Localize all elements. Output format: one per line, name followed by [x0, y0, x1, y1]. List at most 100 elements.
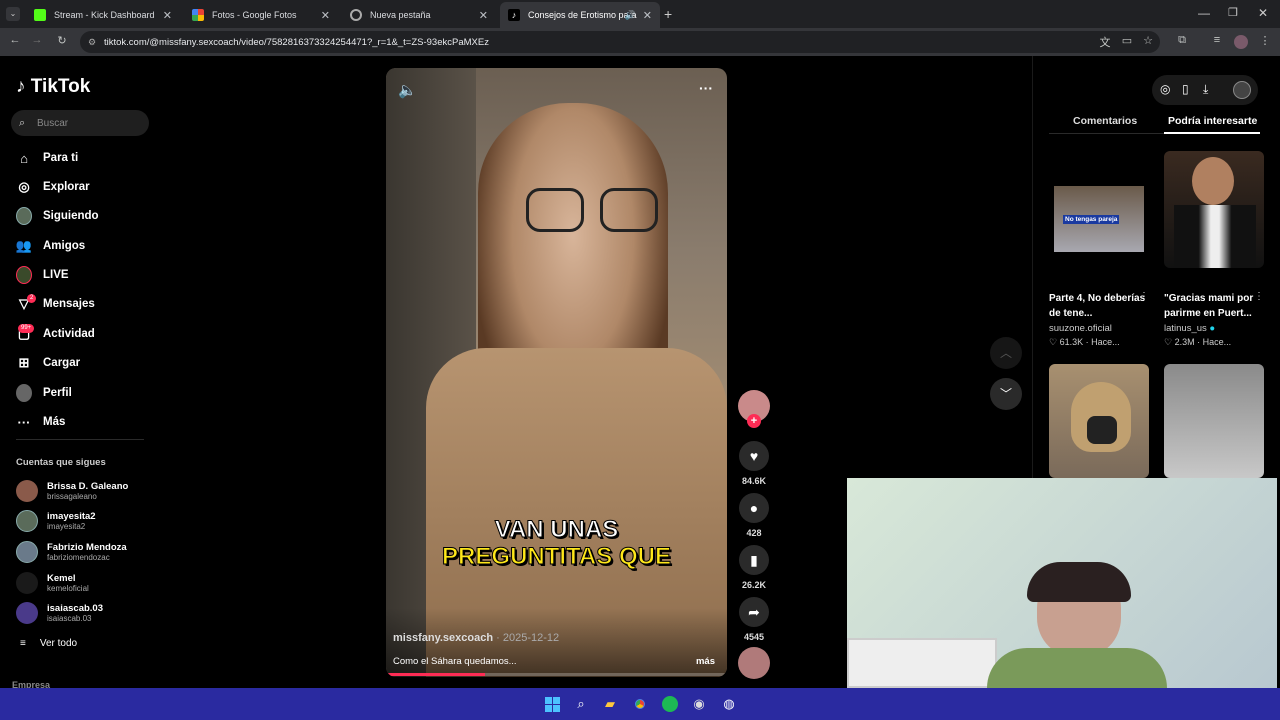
nav-item-siguiendo[interactable]: Siguiendo — [16, 206, 99, 226]
cast-icon[interactable]: ▭ — [1120, 34, 1134, 47]
translate-icon[interactable]: 文 — [1098, 34, 1112, 50]
tiktok-logo[interactable]: ♪ TikTok — [16, 76, 90, 98]
browser-tab[interactable]: Fotos - Google Fotos ✕ — [184, 2, 338, 28]
caption-line-1: VAN UNAS — [494, 516, 619, 544]
heart-outline-icon: ♡ — [1049, 337, 1060, 347]
following-account[interactable]: imayesita2 imayesita2 — [16, 510, 96, 532]
nav-label: Cargar — [43, 357, 81, 369]
download-icon[interactable]: ⤓ — [1203, 82, 1208, 97]
new-tab-button[interactable]: + — [664, 6, 672, 22]
thumb-face — [1192, 157, 1234, 205]
profile-avatar-icon — [16, 384, 32, 402]
app-icon[interactable]: ◍ — [720, 695, 738, 713]
video-player[interactable]: VAN UNAS PREGUNTITAS QUE missfany.sexcoa… — [386, 68, 727, 677]
recommended-title[interactable]: "Gracias mami por parirme en Puert... — [1164, 291, 1264, 321]
file-explorer-icon[interactable]: ▰ — [601, 695, 619, 713]
rec-more-icon[interactable]: ⋮ — [1254, 291, 1264, 302]
user-avatar[interactable] — [1233, 81, 1251, 99]
phone-icon[interactable]: ▯ — [1182, 82, 1189, 96]
more-link[interactable]: más — [696, 656, 715, 667]
site-info-icon[interactable]: ⚙ — [88, 37, 96, 48]
like-count: 84.6K — [741, 476, 767, 486]
nav-item-mas[interactable]: ··· Más — [16, 412, 66, 432]
previous-video-button[interactable]: ︿ — [990, 337, 1022, 369]
close-tab-icon[interactable]: ✕ — [163, 9, 172, 22]
browser-tab[interactable]: Nueva pestaña ✕ — [342, 2, 496, 28]
avatar — [16, 572, 38, 594]
nav-item-perfil[interactable]: Perfil — [16, 383, 72, 403]
following-account[interactable]: Brissa D. Galeano brissagaleano — [16, 480, 128, 502]
recommended-video-thumb[interactable] — [1049, 364, 1149, 478]
progress-track[interactable] — [386, 673, 727, 676]
music-disc-avatar[interactable] — [738, 647, 770, 679]
follow-plus-icon[interactable]: + — [747, 414, 761, 428]
browser-tab[interactable]: Stream - Kick Dashboard ✕ — [26, 2, 180, 28]
recommended-user[interactable]: latinus_us ● — [1164, 323, 1215, 334]
video-author[interactable]: missfany.sexcoach — [393, 632, 493, 644]
nav-label: Mensajes — [43, 298, 95, 310]
chrome-icon[interactable] — [631, 695, 649, 713]
nav-item-para-ti[interactable]: ⌂ Para ti — [16, 148, 78, 168]
streamer-hair — [1027, 562, 1131, 602]
start-icon[interactable] — [543, 695, 561, 713]
recommended-video-thumb[interactable] — [1164, 364, 1264, 478]
search-input[interactable]: ⌕ Buscar — [11, 110, 149, 136]
media-controls-icon[interactable]: ≡ — [1210, 34, 1224, 46]
like-button[interactable]: ♥ — [739, 441, 769, 471]
restore-icon[interactable]: ❐ — [1228, 6, 1238, 19]
compass-icon[interactable]: ◎ — [1160, 82, 1170, 96]
nav-item-cargar[interactable]: ⊞ Cargar — [16, 353, 81, 373]
account-name: Kemel — [47, 573, 76, 584]
search-icon[interactable]: ⌕ — [572, 695, 590, 713]
following-account[interactable]: Fabrizio Mendoza fabriziomendozac — [16, 541, 127, 563]
close-tab-icon[interactable]: ✕ — [479, 9, 488, 22]
forward-icon[interactable]: → — [30, 34, 44, 46]
rec-more-icon[interactable]: ⋮ — [1139, 291, 1149, 302]
close-tab-icon[interactable]: ✕ — [321, 9, 330, 22]
account-name: Fabrizio Mendoza — [47, 542, 127, 553]
browser-tab-active[interactable]: ♪ Consejos de Erotismo para 🔊 ✕ — [500, 2, 660, 28]
bookmark-star-icon[interactable]: ☆ — [1141, 34, 1155, 47]
recommended-video-thumb[interactable]: No tengas pareja — [1049, 151, 1149, 268]
profile-avatar[interactable] — [1234, 35, 1248, 49]
divider — [16, 439, 144, 440]
webcam-overlay — [847, 478, 1277, 688]
close-window-icon[interactable]: ✕ — [1258, 6, 1268, 20]
nav-item-amigos[interactable]: 👥 Amigos — [16, 236, 85, 256]
nav-item-live[interactable]: LIVE — [16, 265, 69, 285]
reload-icon[interactable]: ↻ — [55, 34, 69, 47]
live-icon — [16, 266, 32, 284]
recommended-user[interactable]: suuzone.oficial — [1049, 323, 1112, 334]
compass-icon: ◎ — [18, 179, 30, 194]
close-tab-icon[interactable]: ✕ — [643, 9, 652, 22]
extensions-icon[interactable]: ⧉ — [1175, 34, 1189, 47]
account-handle: kemeloficial — [47, 584, 89, 593]
following-account[interactable]: isaiascab.03 isaiascab.03 — [16, 602, 103, 624]
minimize-icon[interactable]: — — [1198, 6, 1210, 20]
next-video-button[interactable]: ﹀ — [990, 378, 1022, 410]
tab-podria-interesarte[interactable]: Podría interesarte — [1168, 115, 1257, 127]
share-button[interactable]: ➦ — [739, 597, 769, 627]
obs-icon[interactable]: ◉ — [690, 695, 708, 713]
nav-label: Actividad — [43, 328, 95, 340]
verified-badge-icon: ● — [1209, 323, 1216, 334]
volume-icon[interactable]: 🔈 — [398, 81, 417, 99]
recommended-title[interactable]: Parte 4, No deberías de tene... — [1049, 291, 1149, 321]
comment-button[interactable]: ● — [739, 493, 769, 523]
save-button[interactable]: ▮ — [739, 545, 769, 575]
video-author-line: missfany.sexcoach · 2025-12-12 — [393, 632, 559, 644]
back-icon[interactable]: ← — [8, 34, 22, 46]
nav-item-explorar[interactable]: ◎ Explorar — [16, 177, 89, 197]
rec-likes: 61.3K — [1059, 337, 1084, 347]
spotify-icon[interactable] — [661, 695, 679, 713]
tab-search-button[interactable]: ⌄ — [6, 7, 20, 21]
address-bar[interactable]: ⚙ tiktok.com/@missfany.sexcoach/video/75… — [80, 31, 1160, 53]
chrome-menu-icon[interactable]: ⋮ — [1258, 34, 1272, 47]
see-all-link[interactable]: ≡ Ver todo — [20, 638, 77, 649]
recommended-video-thumb[interactable] — [1164, 151, 1264, 268]
tab-comentarios[interactable]: Comentarios — [1073, 115, 1137, 127]
heart-icon: ♥ — [749, 448, 759, 464]
audio-playing-icon[interactable]: 🔊 — [625, 10, 636, 21]
more-options-icon[interactable]: ··· — [699, 80, 713, 96]
following-account[interactable]: Kemel kemeloficial — [16, 572, 89, 594]
